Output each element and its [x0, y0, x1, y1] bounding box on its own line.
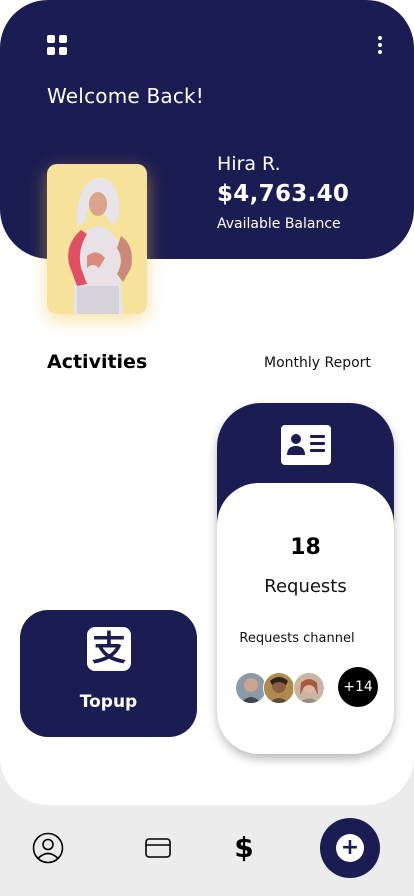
requests-count: 18: [290, 535, 321, 560]
user-name: Hira R.: [217, 153, 281, 175]
topup-label: Topup: [79, 692, 138, 712]
welcome-text: Welcome Back!: [47, 84, 205, 108]
more-members-badge[interactable]: +14: [338, 667, 378, 707]
topup-card[interactable]: 支 Topup: [20, 610, 197, 737]
id-card-icon: [281, 425, 331, 465]
requests-label: Requests: [264, 576, 347, 597]
alipay-icon: 支: [87, 627, 131, 671]
grid-menu-icon[interactable]: [47, 35, 67, 55]
profile-photo[interactable]: [47, 164, 147, 314]
avatar[interactable]: [293, 672, 325, 704]
balance-amount: $4,763.40: [217, 181, 350, 207]
plus-icon: +: [336, 834, 364, 862]
requests-channel-label: Requests channel: [239, 631, 355, 646]
requests-panel: 18 Requests Requests channel +14: [217, 483, 394, 754]
add-button[interactable]: +: [320, 818, 380, 878]
main-screen: Welcome Back! Hira R. $4,763.40 Availabl…: [0, 0, 414, 805]
requests-card[interactable]: 18 Requests Requests channel +14: [217, 403, 394, 754]
card-nav-icon[interactable]: [145, 837, 171, 859]
more-options-icon[interactable]: [372, 35, 388, 55]
avatar[interactable]: [263, 672, 295, 704]
dollar-nav-icon[interactable]: $: [233, 829, 255, 867]
profile-nav-icon[interactable]: [32, 832, 64, 864]
monthly-report-link[interactable]: Monthly Report: [264, 355, 371, 371]
activities-title: Activities: [47, 351, 148, 373]
balance-label: Available Balance: [217, 216, 341, 232]
